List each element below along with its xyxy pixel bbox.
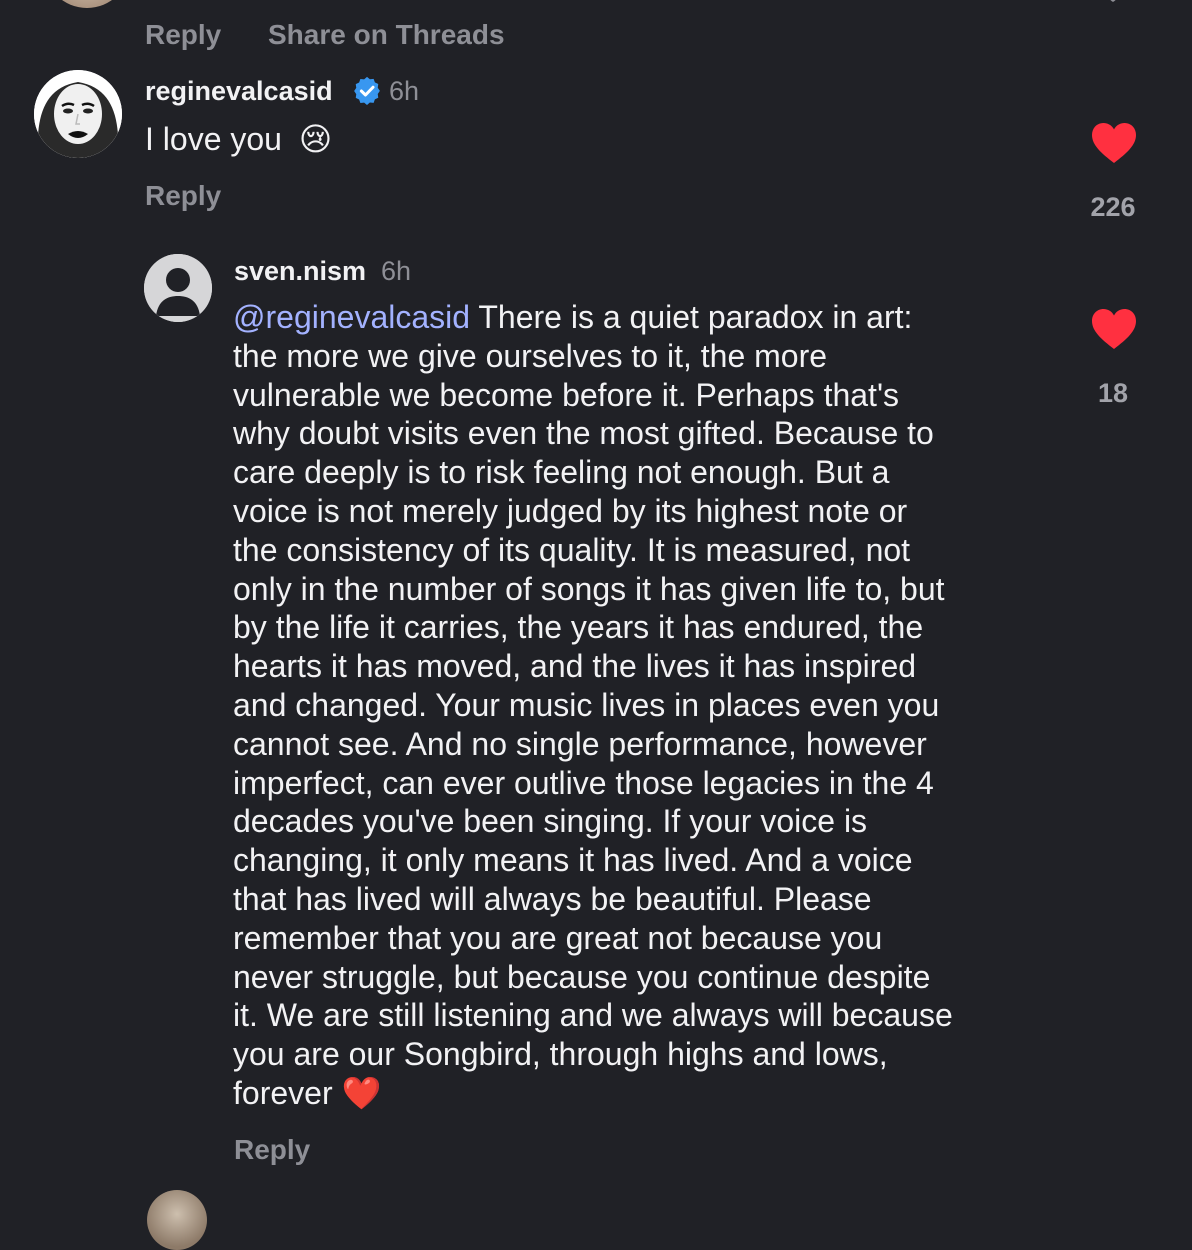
default-avatar-icon — [144, 254, 212, 322]
avatar[interactable] — [34, 70, 122, 158]
comment-line: that has lived will always be beautiful.… — [233, 880, 872, 917]
heart-icon[interactable] — [1091, 308, 1137, 350]
mention-link[interactable]: @reginevalcasid — [233, 299, 470, 335]
avatar-photo — [34, 70, 122, 158]
comment-line: changing, it only means it has lived. An… — [233, 842, 913, 879]
comment-line: care deeply is to risk feeling not enoug… — [233, 454, 890, 491]
heart-icon[interactable] — [1091, 122, 1137, 164]
share-on-threads-button[interactable]: Share on Threads — [268, 19, 505, 51]
red-heart-emoji: ❤️ — [341, 1074, 382, 1111]
comment-line: the more we give ourselves to it, the mo… — [233, 337, 828, 374]
comment-line: cannot see. And no single performance, h… — [233, 725, 927, 762]
comment-line: forever ❤️ — [233, 1074, 382, 1111]
comment-username[interactable]: reginevalcasid — [145, 76, 333, 107]
comment-line: the consistency of its quality. It is me… — [233, 531, 911, 568]
comment-text: @reginevalcasid There is a quiet paradox… — [233, 298, 1053, 1113]
comment-line: why doubt visits even the most gifted. B… — [233, 415, 934, 452]
comment-username[interactable]: sven.nism — [234, 256, 366, 287]
reply-button[interactable]: Reply — [234, 1134, 310, 1166]
comment-line: hearts it has moved, and the lives it ha… — [233, 648, 917, 685]
avatar[interactable] — [144, 254, 212, 322]
like-count: 18 — [1097, 378, 1129, 408]
like-count: 226 — [1090, 192, 1136, 222]
chevron-down-icon[interactable] — [1098, 0, 1128, 14]
comment-line: never struggle, but because you continue… — [233, 958, 931, 995]
comment-line: it. We are still listening and we always… — [233, 997, 953, 1034]
comment-line: and changed. Your music lives in places … — [233, 686, 940, 723]
comment-line: imperfect, can ever outlive those legaci… — [233, 764, 934, 801]
comment-line: only in the number of songs it has given… — [233, 570, 945, 607]
crying-face-emoji: 😢 — [298, 121, 333, 157]
comment-line: by the life it carries, the years it has… — [233, 609, 924, 646]
reply-button[interactable]: Reply — [145, 180, 221, 212]
comment-line: decades you've been singing. If your voi… — [233, 803, 868, 840]
comment-text: I love you 😢 — [145, 120, 332, 159]
previous-comment-avatar[interactable] — [44, 0, 130, 8]
comment-timestamp: 6h — [389, 76, 420, 106]
comment-line: you are our Songbird, through highs and … — [233, 1036, 888, 1073]
comment-line: remember that you are great not because … — [233, 919, 883, 956]
comment-line: vulnerable we become before it. Perhaps … — [233, 376, 900, 413]
comment-line: @reginevalcasid There is a quiet paradox… — [233, 299, 913, 335]
reply-button[interactable]: Reply — [145, 19, 221, 51]
next-comment-avatar[interactable] — [147, 1190, 207, 1250]
comment-body: I love you — [145, 121, 282, 157]
comment-timestamp: 6h — [381, 256, 412, 286]
comment-line: voice is not merely judged by its highes… — [233, 492, 908, 529]
verified-badge-icon — [354, 76, 380, 105]
